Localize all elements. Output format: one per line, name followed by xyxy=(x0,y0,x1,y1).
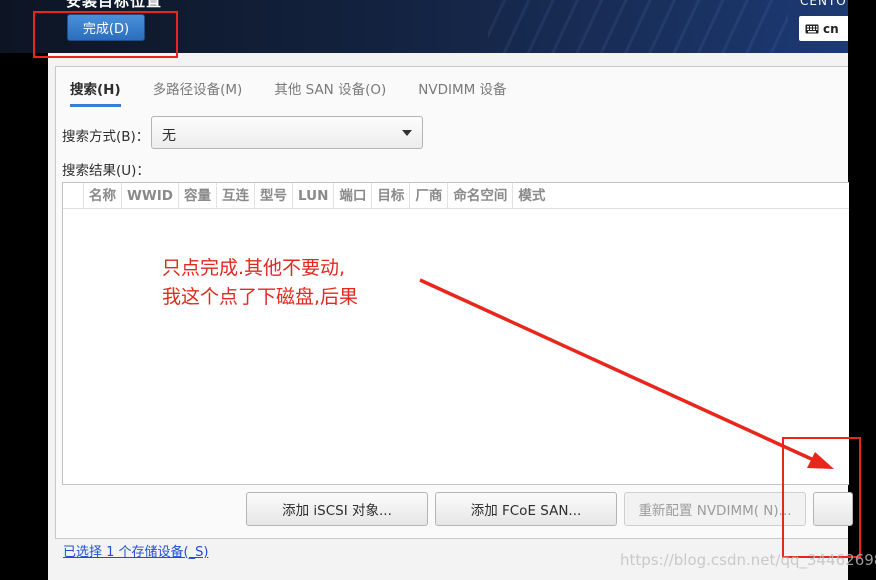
tab-other-san[interactable]: 其他 SAN 设备(O) xyxy=(274,67,386,103)
column-header-port[interactable]: 端口 xyxy=(333,183,371,208)
search-by-label: 搜索方式(B)： xyxy=(62,129,150,145)
column-header-interconnect[interactable]: 互连 xyxy=(216,183,254,208)
selected-devices-link[interactable]: 已选择 1 个存储设备(_S) xyxy=(63,541,208,560)
column-header-capacity[interactable]: 容量 xyxy=(178,183,216,208)
add-iscsi-button[interactable]: 添加 iSCSI 对象... xyxy=(246,492,428,526)
column-header-lun[interactable]: LUN xyxy=(292,183,333,208)
page-title: 安装目标位置 xyxy=(66,0,163,10)
bottom-button-row: 添加 iSCSI 对象... 添加 FCoE SAN... 重新配置 NVDIM… xyxy=(246,492,853,526)
annotation-line-1: 只点完成.其他不要动, xyxy=(162,257,346,279)
chevron-down-icon xyxy=(402,130,412,136)
done-button[interactable]: 完成(D) xyxy=(67,14,145,41)
column-header-target[interactable]: 目标 xyxy=(371,183,409,208)
search-by-dropdown[interactable]: 无 xyxy=(151,116,423,149)
tab-multipath[interactable]: 多路径设备(M) xyxy=(153,67,243,103)
search-by-value: 无 xyxy=(162,128,176,144)
keyboard-layout-label: cn xyxy=(823,21,839,36)
column-header-checkbox[interactable] xyxy=(63,183,83,208)
brand-label: CENTO xyxy=(800,0,847,8)
watermark: https://blog.csdn.net/qq_34462698 xyxy=(620,551,876,569)
tab-bar: 搜索(H) 多路径设备(M) 其他 SAN 设备(O) NVDIMM 设备 xyxy=(70,67,539,107)
column-header-name[interactable]: 名称 xyxy=(83,183,121,208)
column-header-namespace[interactable]: 命名空间 xyxy=(447,183,512,208)
annotation-line-2: 我这个点了下磁盘,后果 xyxy=(162,286,359,308)
column-header-mode[interactable]: 模式 xyxy=(512,183,550,208)
search-results-table[interactable]: 名称 WWID 容量 互连 型号 LUN 端口 目标 厂商 命名空间 模式 xyxy=(62,182,849,485)
table-header: 名称 WWID 容量 互连 型号 LUN 端口 目标 厂商 命名空间 模式 xyxy=(63,183,849,209)
header-bar: 安装目标位置 CENTO 完成(D) cn xyxy=(0,0,848,53)
column-header-model[interactable]: 型号 xyxy=(254,183,292,208)
column-header-vendor[interactable]: 厂商 xyxy=(409,183,447,208)
more-button[interactable] xyxy=(813,492,853,526)
header-background-pattern xyxy=(488,0,788,53)
tab-nvdimm[interactable]: NVDIMM 设备 xyxy=(418,67,506,103)
reconfigure-nvdimm-button[interactable]: 重新配置 NVDIMM( N)... xyxy=(624,492,806,526)
keyboard-icon xyxy=(805,24,819,33)
add-fcoe-button[interactable]: 添加 FCoE SAN... xyxy=(435,492,617,526)
keyboard-layout-indicator[interactable]: cn xyxy=(799,16,848,41)
main-panel: 搜索(H) 多路径设备(M) 其他 SAN 设备(O) NVDIMM 设备 搜索… xyxy=(48,53,853,580)
search-results-label: 搜索结果(U)： xyxy=(62,163,150,179)
column-header-wwid[interactable]: WWID xyxy=(121,183,178,208)
tab-search[interactable]: 搜索(H) xyxy=(70,67,121,107)
annotation-text: 只点完成.其他不要动, 我这个点了下磁盘,后果 xyxy=(162,254,358,312)
